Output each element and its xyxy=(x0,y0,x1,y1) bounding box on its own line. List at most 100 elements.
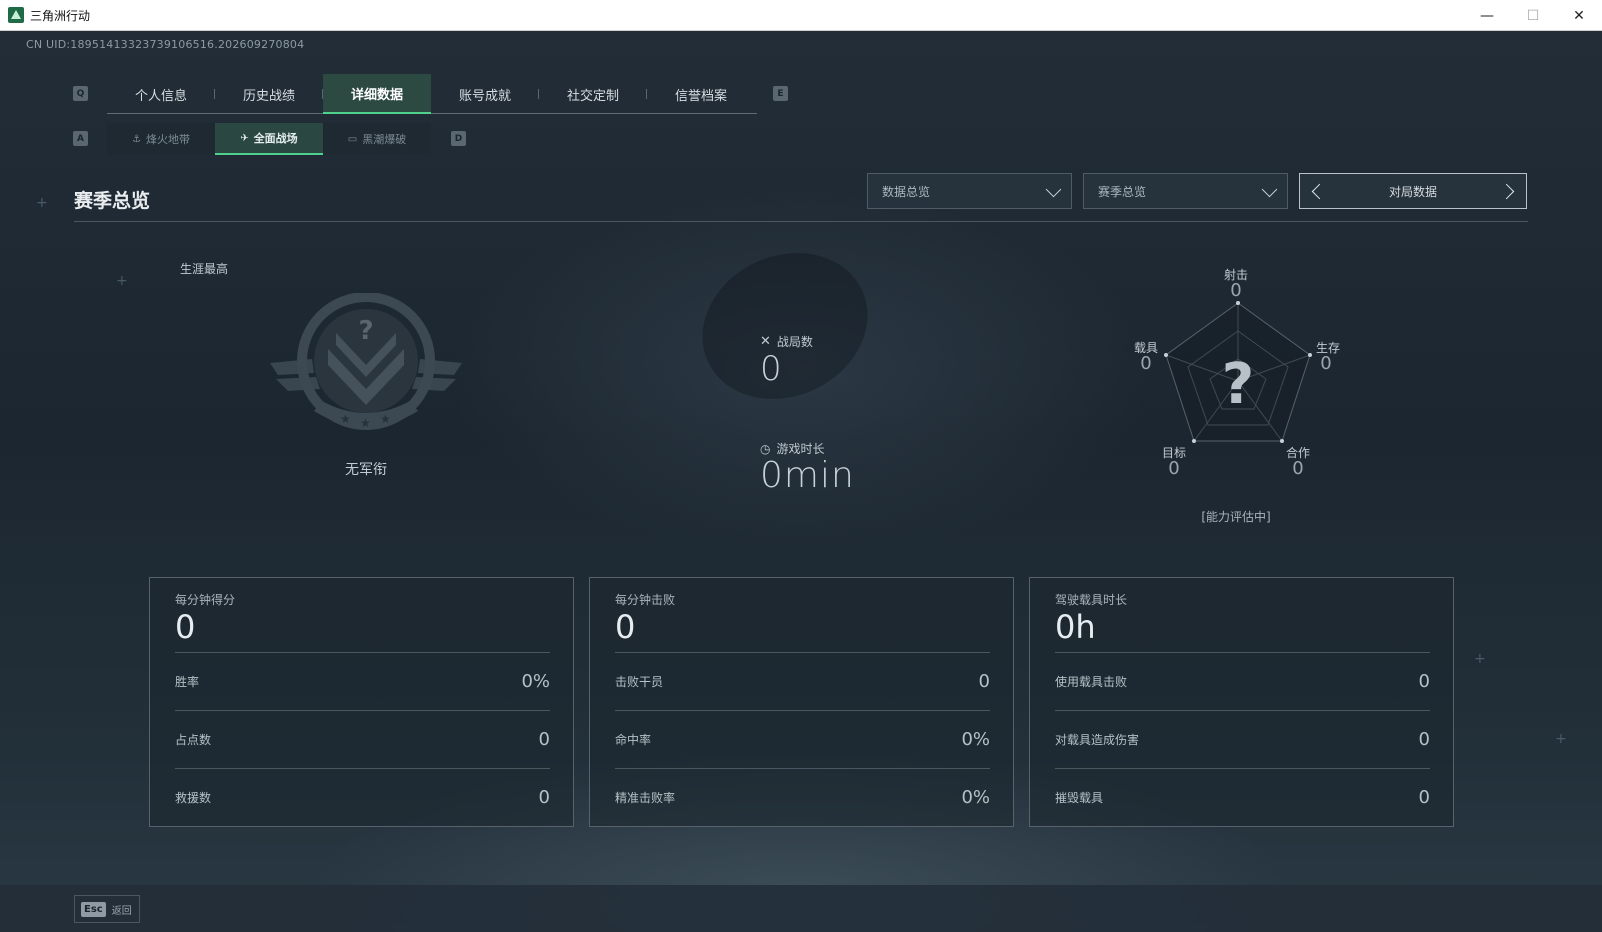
card-head-value: 0 xyxy=(175,608,196,646)
radar-axis-teamwork-value: 0 xyxy=(1292,458,1304,479)
tab-detailed-data[interactable]: 详细数据 xyxy=(323,74,431,114)
row-label: 使用载具击败 xyxy=(1055,675,1128,689)
window-titlebar: 三角洲行动 — ☐ ✕ xyxy=(0,0,1602,31)
row-value: 0 xyxy=(538,729,550,750)
subtab-label: 烽火地带 xyxy=(145,133,190,146)
matches-label: ✕ 战局数 xyxy=(760,333,813,350)
card-head-label: 每分钟得分 xyxy=(175,593,236,607)
dropdown-value: 赛季总览 xyxy=(1098,184,1147,199)
row-label: 占点数 xyxy=(175,733,212,747)
background-dish xyxy=(678,226,892,426)
svg-text:★: ★ xyxy=(380,412,391,426)
rank-name: 无军衔 xyxy=(345,462,387,478)
game-screen: CN UID:18951413323739106516.202609270804… xyxy=(0,31,1602,932)
tab-label: 社交定制 xyxy=(566,88,619,104)
subtab-warfare[interactable]: ✈ 全面战场 xyxy=(215,123,323,155)
maximize-button[interactable]: ☐ xyxy=(1510,0,1556,31)
card-row: 摧毁载具 0 xyxy=(1055,768,1430,826)
row-label: 命中率 xyxy=(615,733,652,747)
career-highest-label: 生涯最高 xyxy=(180,262,229,276)
tab-label: 个人信息 xyxy=(134,88,187,104)
subtab-blackout[interactable]: ▭ 黑潮爆破 xyxy=(323,123,431,155)
row-label: 对载具造成伤害 xyxy=(1055,733,1140,747)
subtab-label: 黑潮爆破 xyxy=(362,133,407,146)
tab-label: 历史战绩 xyxy=(242,88,295,104)
tab-social-custom[interactable]: 社交定制 xyxy=(539,74,647,114)
playtime-value: 0min xyxy=(760,455,855,496)
row-value: 0% xyxy=(521,671,550,692)
row-value: 0% xyxy=(961,787,990,808)
tab-personal-info[interactable]: 个人信息 xyxy=(107,74,215,114)
row-value: 0 xyxy=(1418,787,1430,808)
minimize-button[interactable]: — xyxy=(1464,0,1510,31)
window-controls: — ☐ ✕ xyxy=(1464,0,1602,31)
card-row: 击败干员 0 xyxy=(615,652,990,710)
chevron-right-icon[interactable] xyxy=(1498,183,1515,200)
svg-text:★: ★ xyxy=(340,412,351,426)
card-row: 精准击败率 0% xyxy=(615,768,990,826)
radar-axis-objective-value: 0 xyxy=(1168,458,1180,479)
row-label: 精准击败率 xyxy=(615,791,676,805)
row-value: 0 xyxy=(1418,729,1430,750)
window-title: 三角洲行动 xyxy=(30,8,91,23)
pager-label: 对局数据 xyxy=(1388,184,1437,199)
card-head-value: 0h xyxy=(1055,608,1096,646)
crosshair-icon: + xyxy=(1474,651,1486,667)
tab-match-history[interactable]: 历史战绩 xyxy=(215,74,323,114)
radar-status: [能力评估中] xyxy=(1201,510,1271,524)
crosshair-icon: + xyxy=(36,195,48,211)
radar-center-mark: ? xyxy=(1222,352,1254,417)
chevron-down-icon xyxy=(1261,181,1278,198)
emblem-mark: ? xyxy=(358,316,373,346)
row-label: 击败干员 xyxy=(615,675,664,689)
card-row: 占点数 0 xyxy=(175,710,550,768)
data-pager: 对局数据 xyxy=(1299,173,1527,209)
season-dropdown[interactable]: 赛季总览 xyxy=(1083,173,1288,209)
card-row: 对载具造成伤害 0 xyxy=(1055,710,1430,768)
section-divider xyxy=(74,221,1528,222)
card-head-value: 0 xyxy=(615,608,636,646)
radar-axis-shooting-value: 0 xyxy=(1230,280,1242,301)
row-value: 0 xyxy=(1418,671,1430,692)
chevron-left-icon[interactable] xyxy=(1311,183,1328,200)
row-value: 0 xyxy=(538,787,550,808)
matches-label-text: 战局数 xyxy=(776,335,813,349)
subtab-operations[interactable]: ⚓ 烽火地带 xyxy=(107,123,215,155)
close-button[interactable]: ✕ xyxy=(1556,0,1602,31)
back-button[interactable]: Esc 返回 xyxy=(74,895,140,923)
data-type-dropdown[interactable]: 数据总览 xyxy=(867,173,1072,209)
rank-emblem-icon: ? ★ ★ ★ xyxy=(270,293,462,430)
chevron-down-icon xyxy=(1045,181,1062,198)
subtab-prev-key-hint[interactable]: A xyxy=(73,131,88,146)
stat-card-kills: 每分钟击败 0 击败干员 0 命中率 0% 精准击败率 0% xyxy=(589,577,1014,827)
crossed-swords-icon: ✕ xyxy=(760,334,771,349)
stat-card-vehicle: 驾驶载具时长 0h 使用载具击败 0 对载具造成伤害 0 摧毁载具 0 xyxy=(1029,577,1454,827)
main-tabs: 个人信息 历史战绩 详细数据 账号成就 社交定制 信誉档案 xyxy=(107,74,757,114)
card-head-label: 驾驶载具时长 xyxy=(1055,593,1128,607)
section-title: 赛季总览 xyxy=(74,190,151,212)
row-label: 救援数 xyxy=(175,791,212,805)
row-label: 摧毁载具 xyxy=(1055,791,1104,805)
card-row: 胜率 0% xyxy=(175,652,550,710)
row-value: 0 xyxy=(978,671,990,692)
tab-next-key-hint[interactable]: E xyxy=(773,86,788,101)
dropdown-value: 数据总览 xyxy=(882,184,931,199)
mode-subtabs: ⚓ 烽火地带 ✈ 全面战场 ▭ 黑潮爆破 xyxy=(107,123,431,155)
app-logo-icon xyxy=(8,7,24,23)
tab-prev-key-hint[interactable]: Q xyxy=(73,86,88,101)
card-row: 命中率 0% xyxy=(615,710,990,768)
subtab-next-key-hint[interactable]: D xyxy=(451,131,466,146)
tab-credit-record[interactable]: 信誉档案 xyxy=(647,74,755,114)
radar-axis-survival-value: 0 xyxy=(1320,353,1332,374)
footer-bar: Esc 返回 xyxy=(0,885,1602,932)
card-row: 救援数 0 xyxy=(175,768,550,826)
tab-achievements[interactable]: 账号成就 xyxy=(431,74,539,114)
tab-label: 账号成就 xyxy=(458,88,511,104)
matches-value: 0 xyxy=(760,349,782,389)
svg-text:★: ★ xyxy=(360,416,371,430)
row-value: 0% xyxy=(961,729,990,750)
radar-axis-vehicle-value: 0 xyxy=(1140,353,1152,374)
subtab-label: 全面战场 xyxy=(253,132,298,145)
stopwatch-icon: ◷ xyxy=(760,441,771,456)
back-label: 返回 xyxy=(111,905,132,917)
